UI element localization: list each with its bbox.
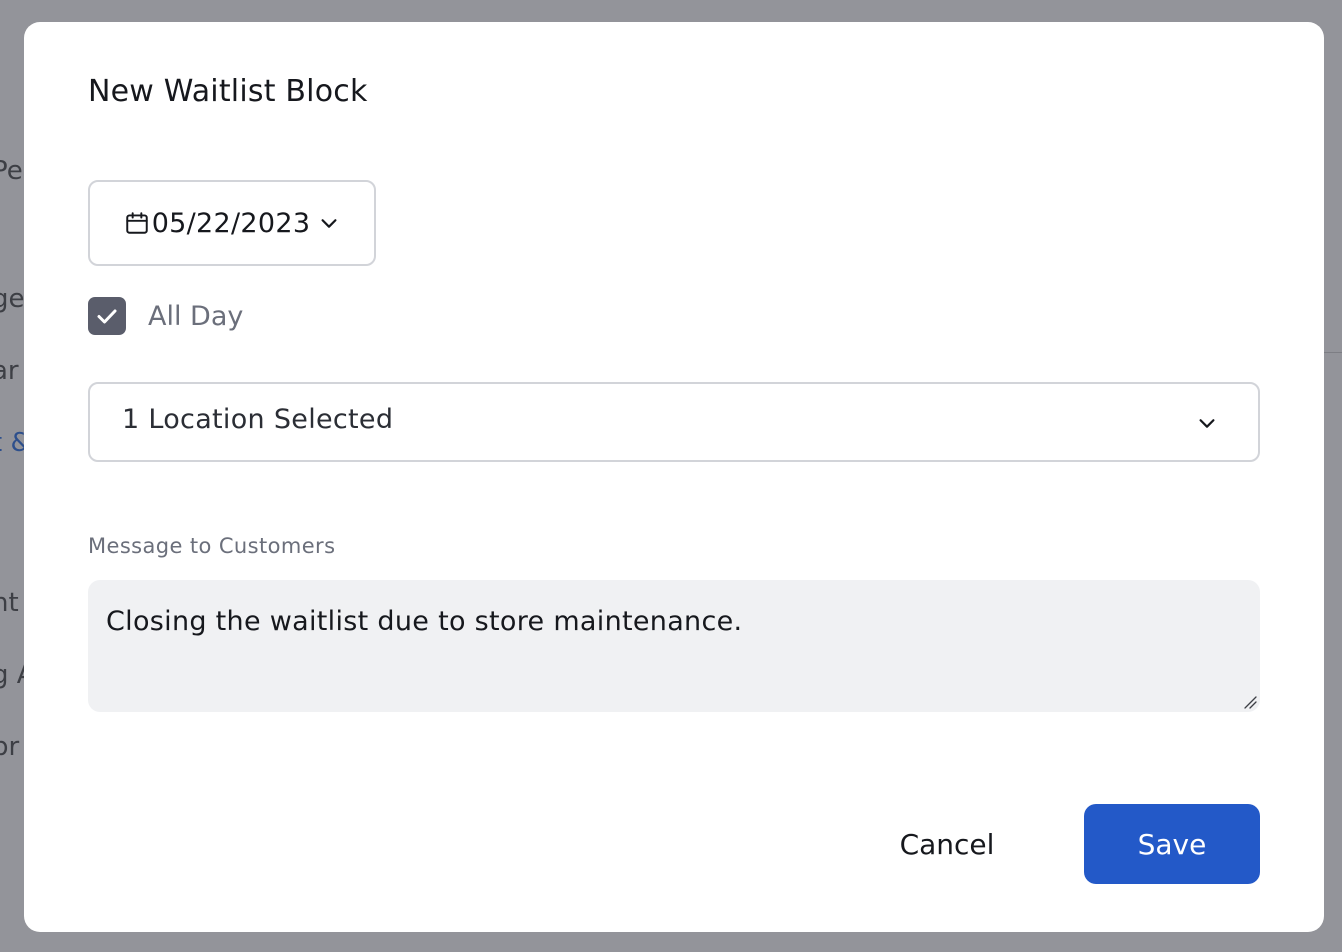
checkmark-icon — [97, 309, 117, 324]
date-value: 05/22/2023 — [151, 207, 311, 239]
message-text: Closing the waitlist due to store mainte… — [106, 606, 743, 637]
background-text: nt — [0, 588, 19, 618]
save-button[interactable]: Save — [1084, 804, 1260, 884]
new-waitlist-block-dialog: New Waitlist Block 05/22/2023 All Day 1 … — [24, 22, 1324, 932]
message-label: Message to Customers — [88, 534, 336, 558]
resize-handle-icon[interactable] — [1242, 694, 1258, 710]
all-day-label[interactable]: All Day — [148, 301, 243, 332]
dialog-title: New Waitlist Block — [88, 74, 368, 109]
background-text: ge — [0, 284, 25, 314]
all-day-row: All Day — [88, 297, 243, 335]
all-day-checkbox[interactable] — [88, 297, 126, 335]
background-text: Pe — [0, 156, 23, 186]
location-selected-text: 1 Location Selected — [122, 404, 394, 435]
message-textarea[interactable]: Closing the waitlist due to store mainte… — [88, 580, 1260, 712]
chevron-down-icon — [321, 219, 337, 228]
background-text: br — [0, 732, 20, 762]
chevron-down-icon — [1199, 419, 1215, 428]
background-text: ar — [0, 356, 19, 386]
date-picker-button[interactable]: 05/22/2023 — [88, 180, 376, 266]
location-select[interactable]: 1 Location Selected — [88, 382, 1260, 462]
calendar-icon — [125, 212, 148, 234]
cancel-button[interactable]: Cancel — [874, 804, 1020, 884]
